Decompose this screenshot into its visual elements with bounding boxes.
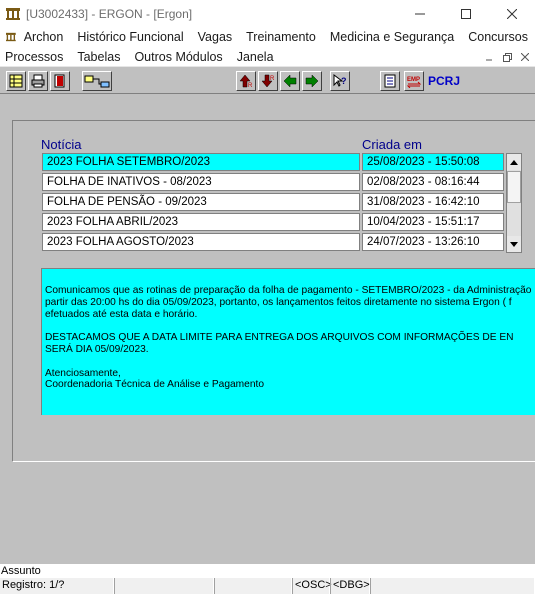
cell-criada-em[interactable]: 24/07/2023 - 13:26:10: [362, 233, 504, 251]
menu-bar-secondary: Processos Tabelas Outros Módulos Janela: [0, 47, 535, 67]
scroll-down-button[interactable]: [507, 236, 521, 252]
print-button[interactable]: [28, 71, 48, 91]
cell-criada-em[interactable]: 10/04/2023 - 15:51:17: [362, 213, 504, 231]
status-cell-2: [114, 578, 214, 594]
header-criada-em: Criada em: [362, 137, 422, 152]
scroll-thumb[interactable]: [507, 171, 521, 203]
close-icon: [521, 53, 529, 61]
next-button[interactable]: [302, 71, 322, 91]
cell-criada-em[interactable]: 02/08/2023 - 08:16:44: [362, 173, 504, 191]
app-icon: [6, 7, 20, 20]
menu-historico-funcional[interactable]: Histórico Funcional: [77, 30, 183, 44]
chevron-up-icon: [510, 159, 518, 165]
restore-icon: [502, 52, 512, 62]
menu-outros-modulos[interactable]: Outros Módulos: [134, 50, 222, 64]
cell-noticia[interactable]: FOLHA DE INATIVOS - 08/2023: [42, 173, 360, 191]
cell-noticia[interactable]: FOLHA DE PENSÃO - 09/2023: [42, 193, 360, 211]
cell-noticia[interactable]: 2023 FOLHA SETEMBRO/2023: [42, 153, 360, 171]
toolbar: R R ? EMP PCRJ: [0, 68, 535, 94]
status-bar: Registro: 1/? <OSC> <DBG>: [0, 578, 535, 594]
menu-bar-primary: Archon Histórico Funcional Vagas Treinam…: [0, 27, 535, 47]
grid-scrollbar[interactable]: [506, 153, 522, 253]
record-counter: Registro: 1/?: [0, 578, 114, 594]
news-message-body: Comunicamos que as rotinas de preparação…: [41, 268, 535, 415]
exit-button[interactable]: [50, 71, 70, 91]
help-cursor-icon: ?: [333, 74, 347, 87]
sort-desc-button[interactable]: R: [258, 71, 278, 91]
cell-noticia[interactable]: 2023 FOLHA ABRIL/2023: [42, 213, 360, 231]
menu-concursos[interactable]: Concursos: [468, 30, 528, 44]
help-button[interactable]: ?: [330, 71, 350, 91]
chevron-down-icon: [510, 241, 518, 247]
header-noticia: Notícia: [41, 137, 82, 152]
mdi-restore-button[interactable]: [499, 49, 515, 65]
mdi-close-button[interactable]: [517, 49, 533, 65]
minimize-icon: [486, 59, 492, 61]
svg-text:?: ?: [341, 76, 347, 86]
maximize-button[interactable]: [443, 0, 489, 27]
menu-vagas[interactable]: Vagas: [198, 30, 233, 44]
company-switch-icon: EMP: [406, 77, 422, 88]
window-title: [U3002433] - ERGON - [Ergon]: [26, 6, 193, 21]
title-bar: [U3002433] - ERGON - [Ergon]: [0, 0, 535, 27]
arrow-left-icon: [283, 74, 297, 88]
close-button[interactable]: [489, 0, 535, 27]
grid-icon: [9, 74, 23, 88]
mdi-minimize-button[interactable]: [481, 49, 497, 65]
maximize-icon: [461, 8, 471, 19]
scroll-up-button[interactable]: [507, 154, 521, 170]
osc-indicator: <OSC>: [292, 578, 332, 594]
previous-button[interactable]: [280, 71, 300, 91]
cell-criada-em[interactable]: 25/08/2023 - 15:50:08: [362, 153, 504, 171]
menu-medicina-seguranca[interactable]: Medicina e Segurança: [330, 30, 454, 44]
organization-label: PCRJ: [428, 74, 461, 88]
arrow-right-icon: [305, 74, 319, 88]
dbg-indicator: <DBG>: [330, 578, 370, 594]
printer-icon: [31, 74, 45, 88]
report-icon: [384, 74, 396, 88]
status-cell-6: [370, 578, 535, 594]
status-cell-3: [214, 578, 292, 594]
svg-text:R: R: [270, 76, 275, 82]
door-exit-icon: [54, 74, 65, 88]
menu-tabelas[interactable]: Tabelas: [77, 50, 120, 64]
menu-processos[interactable]: Processos: [5, 50, 63, 64]
svg-text:R: R: [248, 83, 253, 88]
arrow-down-icon: R: [261, 74, 275, 88]
cell-criada-em[interactable]: 31/08/2023 - 16:42:10: [362, 193, 504, 211]
report-button[interactable]: [380, 71, 400, 91]
sort-asc-button[interactable]: R: [236, 71, 256, 91]
arrow-up-icon: R: [239, 74, 253, 88]
close-icon: [507, 8, 517, 19]
minimize-button[interactable]: [397, 0, 443, 27]
assunto-label: Assunto: [0, 564, 535, 578]
menu-janela[interactable]: Janela: [237, 50, 274, 64]
switch-company-button[interactable]: EMP: [404, 71, 424, 91]
grid-view-button[interactable]: [6, 71, 26, 91]
menu-archon[interactable]: Archon: [24, 30, 64, 44]
network-icon: [84, 75, 110, 88]
cell-noticia[interactable]: 2023 FOLHA AGOSTO/2023: [42, 233, 360, 251]
archon-icon: [6, 32, 16, 42]
connection-button[interactable]: [82, 71, 112, 91]
menu-treinamento[interactable]: Treinamento: [246, 30, 316, 44]
minimize-icon: [415, 13, 425, 14]
